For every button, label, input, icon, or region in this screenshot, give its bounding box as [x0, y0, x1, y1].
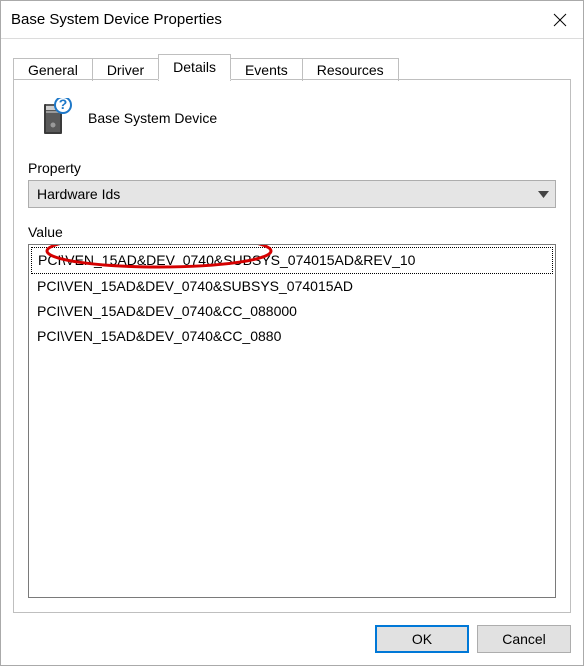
- close-icon: [553, 13, 567, 27]
- tab-details[interactable]: Details: [158, 54, 231, 80]
- tab-driver[interactable]: Driver: [92, 58, 159, 81]
- property-dropdown[interactable]: Hardware Ids: [28, 180, 556, 208]
- tab-strip: General Driver Details Events Resources: [13, 51, 571, 79]
- close-button[interactable]: [537, 1, 583, 38]
- device-icon: ?: [34, 98, 74, 138]
- ok-button[interactable]: OK: [375, 625, 469, 653]
- device-header: ? Base System Device: [28, 98, 556, 138]
- tab-general[interactable]: General: [13, 58, 93, 81]
- tab-events[interactable]: Events: [230, 58, 303, 81]
- property-selected-value: Hardware Ids: [37, 186, 120, 202]
- titlebar: Base System Device Properties: [1, 1, 583, 39]
- list-item[interactable]: PCI\VEN_15AD&DEV_0740&SUBSYS_074015AD: [31, 274, 553, 299]
- list-item[interactable]: PCI\VEN_15AD&DEV_0740&CC_088000: [31, 299, 553, 324]
- svg-text:?: ?: [59, 98, 68, 112]
- device-name: Base System Device: [88, 110, 217, 126]
- tab-panel-details: ? Base System Device Property Hardware I…: [13, 79, 571, 613]
- tab-resources[interactable]: Resources: [302, 58, 399, 81]
- window-title: Base System Device Properties: [11, 11, 222, 28]
- value-label: Value: [28, 224, 556, 240]
- property-label: Property: [28, 160, 556, 176]
- properties-dialog: Base System Device Properties General Dr…: [0, 0, 584, 666]
- cancel-button[interactable]: Cancel: [477, 625, 571, 653]
- dialog-content: General Driver Details Events Resources: [1, 39, 583, 613]
- chevron-down-icon: [538, 186, 549, 202]
- list-item[interactable]: PCI\VEN_15AD&DEV_0740&CC_0880: [31, 324, 553, 349]
- button-row: OK Cancel: [1, 613, 583, 665]
- value-listbox[interactable]: PCI\VEN_15AD&DEV_0740&SUBSYS_074015AD&RE…: [28, 244, 556, 598]
- list-item[interactable]: PCI\VEN_15AD&DEV_0740&SUBSYS_074015AD&RE…: [31, 247, 553, 274]
